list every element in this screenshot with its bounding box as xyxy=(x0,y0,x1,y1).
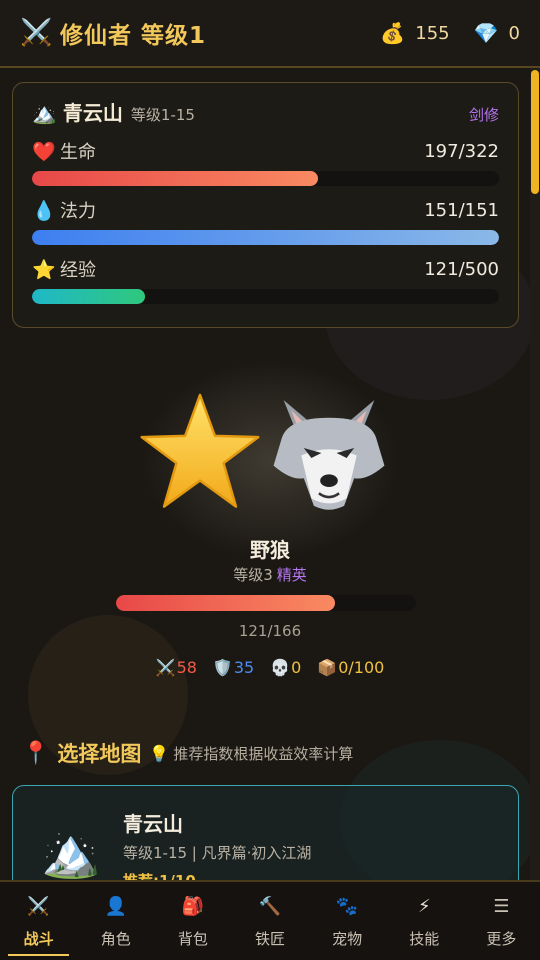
nav-label: 角色 xyxy=(100,930,131,948)
snow-mountain-icon: 🏔️ xyxy=(32,101,57,125)
hp-stat: ❤️ 生命 197/322 xyxy=(32,137,499,186)
hp-label: 生命 xyxy=(60,142,96,163)
nav-label: 战斗 xyxy=(23,930,54,948)
backpack-icon: 🎒 xyxy=(181,896,205,917)
mp-bar-fill xyxy=(32,230,499,245)
crossed-swords-icon: ⚔️ xyxy=(27,896,50,917)
monster-name: 野狼 xyxy=(250,538,290,562)
nav-item-pet[interactable]: 🐾 宠物 xyxy=(309,882,386,960)
nav-label: 技能 xyxy=(409,930,440,948)
crossed-swords-icon: ⚔️ xyxy=(155,658,176,677)
nav-label: 宠物 xyxy=(332,930,363,948)
nav-label: 背包 xyxy=(177,930,208,948)
class-label: 剑修 xyxy=(468,106,499,124)
currency-bar: 💰 155 💎 0 xyxy=(380,21,520,45)
hp-value: 197/322 xyxy=(424,140,499,162)
scrollbar-thumb[interactable] xyxy=(531,70,539,194)
top-header: ⚔️ 修仙者 等级1 💰 155 💎 0 xyxy=(0,0,540,68)
menu-icon: ☰ xyxy=(493,896,510,917)
package-icon: 📦 xyxy=(317,658,338,677)
loot-value: 0/100 xyxy=(338,658,385,677)
bottom-nav: ⚔️ 战斗 👤 角色 🎒 背包 🔨 铁匠 🐾 宠物 ⚡ 技能 ☰ 更多 xyxy=(0,880,540,960)
map-card-name: 青云山 xyxy=(123,812,183,836)
map-select-header: 📍 选择地图 💡 推荐指数根据收益效率计算 xyxy=(22,738,353,768)
lightning-icon: ⚡ xyxy=(417,896,431,917)
region-name: 青云山 xyxy=(62,101,123,125)
region-level-range: 等级1-15 xyxy=(130,106,195,124)
heart-icon: ❤️ xyxy=(32,140,56,163)
gold-count: 155 xyxy=(415,22,450,44)
attack-stat: ⚔️ 58 xyxy=(156,658,197,677)
map-select-title: 选择地图 xyxy=(57,742,142,766)
nav-item-blacksmith[interactable]: 🔨 铁匠 xyxy=(231,882,308,960)
region-header: 🏔️ 青云山 等级1-15 剑修 xyxy=(32,97,499,127)
hp-bar-fill xyxy=(32,171,318,186)
skull-icon: 💀 xyxy=(270,658,291,677)
person-icon: 👤 xyxy=(104,896,127,917)
mp-bar xyxy=(32,230,499,245)
monster-rank: 精英 xyxy=(276,566,307,584)
nav-label: 铁匠 xyxy=(254,930,285,948)
monster-hp-text: 121/166 xyxy=(238,622,302,640)
player-title: 修仙者 等级1 xyxy=(60,23,207,49)
nav-label: 更多 xyxy=(486,930,517,948)
xp-value: 121/500 xyxy=(424,258,499,280)
paw-icon: 🐾 xyxy=(335,896,359,917)
nav-item-skills[interactable]: ⚡ 技能 xyxy=(386,882,463,960)
lightbulb-icon: 💡 xyxy=(149,743,170,763)
loot-stat: 📦 0/100 xyxy=(317,658,384,677)
attack-value: 58 xyxy=(176,658,197,677)
crossed-swords-icon: ⚔️ xyxy=(20,18,53,48)
snow-mountain-icon: 🏔️ xyxy=(41,825,101,881)
kill-stat: 💀 0 xyxy=(270,658,301,677)
wolf-icon[interactable] xyxy=(266,390,392,516)
mp-value: 151/151 xyxy=(424,199,499,221)
xp-stat: ⭐ 经验 121/500 xyxy=(32,255,499,304)
nav-item-battle[interactable]: ⚔️ 战斗 xyxy=(0,882,77,960)
nav-item-more[interactable]: ☰ 更多 xyxy=(463,882,540,960)
hammer-icon: 🔨 xyxy=(258,896,282,917)
map-card-info: 等级1-15 | 凡界篇·初入江湖 xyxy=(123,844,312,862)
diamond-icon: 💎 xyxy=(473,21,499,45)
hp-bar xyxy=(32,171,499,186)
monster-hp-fill xyxy=(116,595,335,611)
defense-stat: 🛡️ 35 xyxy=(213,658,254,677)
droplet-icon: 💧 xyxy=(32,199,56,222)
nav-item-character[interactable]: 👤 角色 xyxy=(77,882,154,960)
gem-count: 0 xyxy=(508,22,520,44)
xp-bar xyxy=(32,289,499,304)
xp-label: 经验 xyxy=(60,260,96,281)
defense-value: 35 xyxy=(233,658,255,677)
region-status-card: 🏔️ 青云山 等级1-15 剑修 ❤️ 生命 197/322 💧 法力 151/… xyxy=(12,82,519,328)
monster-level-line: 等级3 精英 xyxy=(0,564,540,585)
money-bag-icon: 💰 xyxy=(380,21,406,45)
star-icon: ⭐ xyxy=(32,258,56,281)
kill-value: 0 xyxy=(291,658,302,677)
monster-hp-bar xyxy=(116,595,416,611)
xp-bar-fill xyxy=(32,289,145,304)
monster-level: 等级3 xyxy=(233,566,273,584)
location-pin-icon: 📍 xyxy=(22,740,50,766)
map-select-hint: 推荐指数根据收益效率计算 xyxy=(173,744,354,763)
shield-icon: 🛡️ xyxy=(212,658,233,677)
elite-star-icon xyxy=(140,393,260,508)
mp-label: 法力 xyxy=(60,201,96,222)
mp-stat: 💧 法力 151/151 xyxy=(32,196,499,245)
nav-item-backpack[interactable]: 🎒 背包 xyxy=(154,882,231,960)
monster-stats-row: ⚔️ 58 🛡️ 35 💀 0 📦 0/100 xyxy=(0,658,540,677)
